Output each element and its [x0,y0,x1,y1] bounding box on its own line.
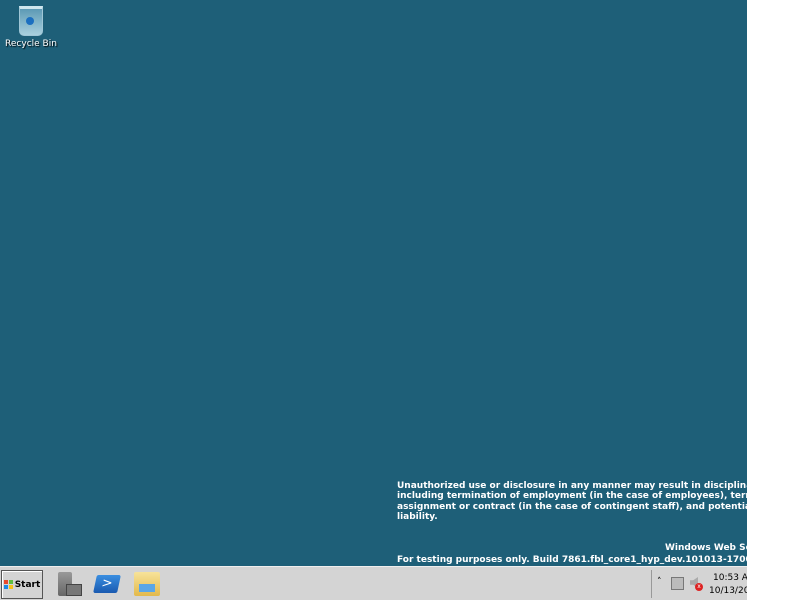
taskbar: Start > ˄ x 10:53 AM 10/13/201 [0,566,747,600]
desktop-icon-recycle-bin[interactable]: Recycle Bin [4,4,58,49]
network-icon[interactable] [671,577,684,590]
windows-explorer-icon[interactable] [134,572,160,596]
legal-notice: Unauthorized use or disclosure in any ma… [397,481,747,522]
start-button[interactable]: Start [1,570,43,599]
windows-edition: Windows Web Serv [665,543,747,553]
build-info: For testing purposes only. Build 7861.fb… [397,555,747,565]
notice-line: including termination of employment (in … [397,491,747,502]
notice-line: Unauthorized use or disclosure in any ma… [397,481,747,491]
notice-line: assignment or contract (in the case of c… [397,501,747,512]
start-label: Start [14,579,41,590]
recycle-bin-label: Recycle Bin [5,39,57,49]
muted-icon: x [695,583,703,591]
desktop: Recycle Bin Unauthorized use or disclosu… [0,0,747,600]
server-manager-icon[interactable] [58,572,82,596]
clock-date[interactable]: 10/13/201 [709,586,747,596]
show-hidden-icons-icon[interactable]: ˄ [657,577,662,587]
notice-line: liability. [397,511,438,522]
powershell-icon[interactable]: > [93,575,121,593]
recycle-bin-icon [19,6,43,36]
windows-logo-icon [3,580,13,589]
clock-time[interactable]: 10:53 AM [713,573,747,583]
notification-area: ˄ x 10:53 AM 10/13/201 [651,570,747,598]
